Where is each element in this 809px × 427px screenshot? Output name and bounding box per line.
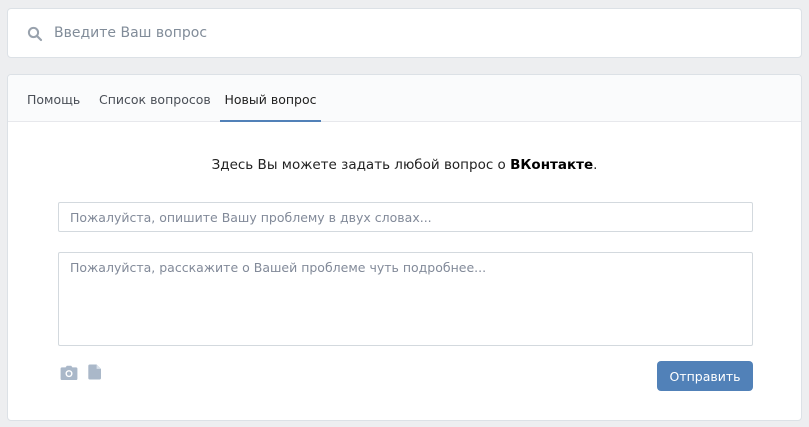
search-input[interactable] [54,9,784,57]
search-bar[interactable] [7,8,802,58]
search-icon [27,26,43,42]
question-title-input[interactable] [58,202,753,232]
tab-new-question[interactable]: Новый вопрос [220,75,321,122]
question-description-textarea[interactable] [58,252,753,346]
tab-questions-list[interactable]: Список вопросов [99,75,211,122]
intro-brand: ВКонтакте [510,157,594,173]
intro-text: Здесь Вы можете задать любой вопрос о ВК… [8,157,801,173]
submit-button[interactable]: Отправить [657,361,753,391]
tab-bar: Помощь Список вопросов Новый вопрос [8,75,801,122]
intro-text-end: . [593,157,598,173]
document-icon[interactable] [88,364,102,380]
tab-help[interactable]: Помощь [27,75,80,122]
intro-text-main: Здесь Вы можете задать любой вопрос о [211,157,511,173]
support-card: Помощь Список вопросов Новый вопрос Здес… [7,74,802,421]
camera-icon[interactable] [60,365,78,381]
